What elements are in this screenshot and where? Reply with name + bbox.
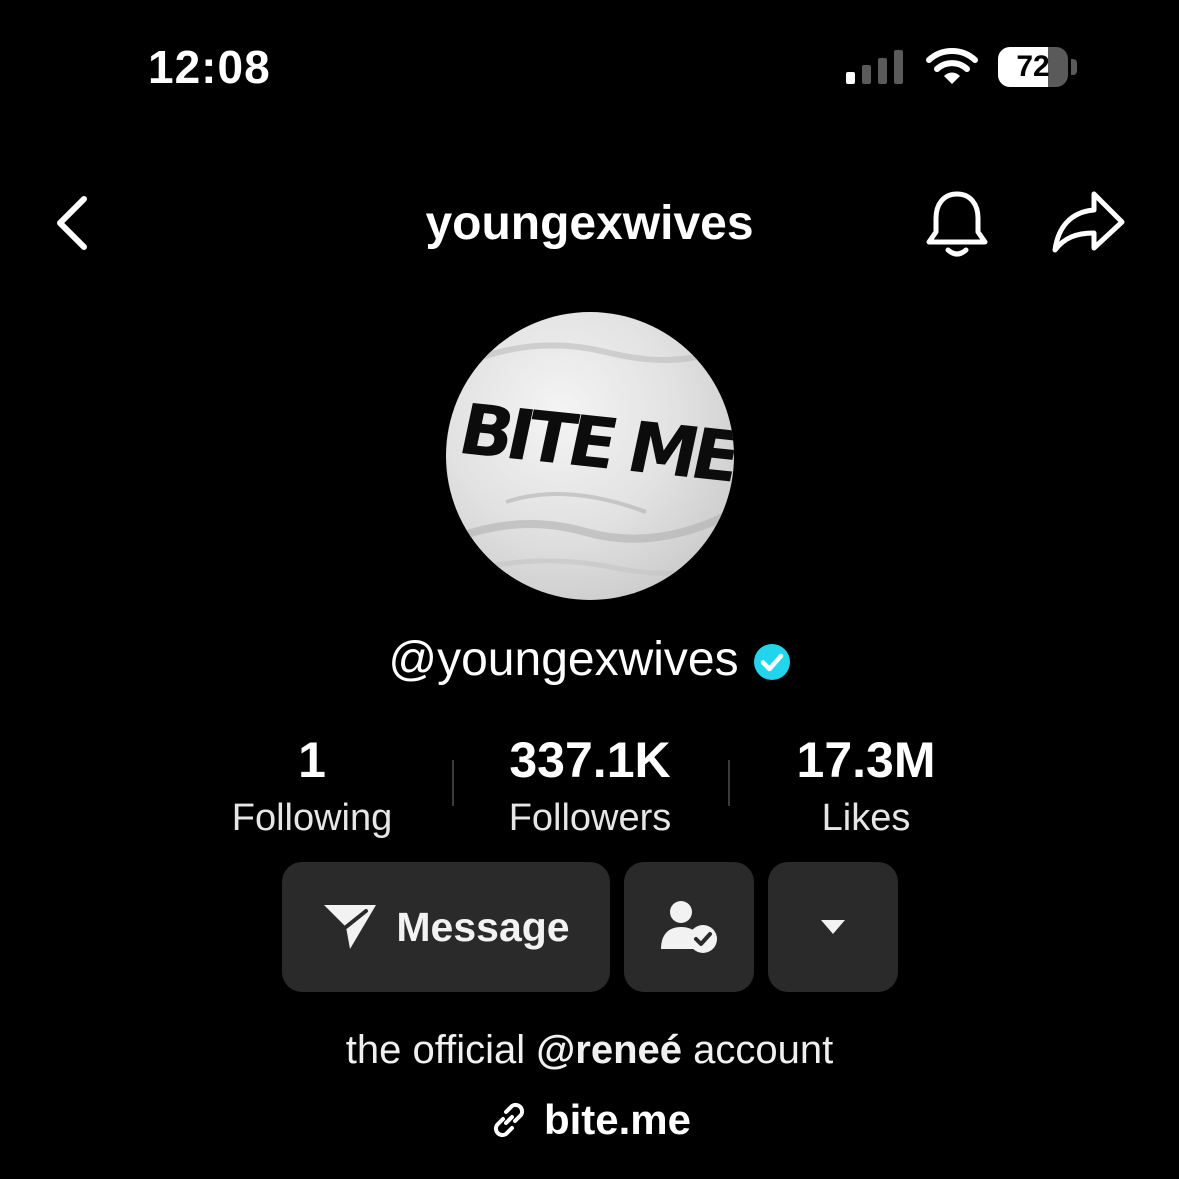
stat-divider [452,760,454,806]
bio-prefix: the official [345,1028,537,1072]
stat-label: Followers [508,797,672,839]
stat-label: Likes [821,797,911,839]
stat-value: 337.1K [509,732,671,788]
verified-badge-icon [753,643,790,680]
share-arrow-icon[interactable] [1050,190,1126,254]
wifi-icon [926,48,978,84]
username-handle: @youngexwives [388,633,739,686]
bio-text: the official @reneé account [0,1028,1179,1073]
message-button-label: Message [396,903,570,950]
stat-value: 1 [298,732,326,788]
stat-value: 17.3M [796,732,936,788]
handle-row: @youngexwives [0,632,1179,687]
avatar[interactable]: BITE ME [446,312,734,600]
stat-likes[interactable]: 17.3M Likes [764,730,968,846]
more-dropdown-button[interactable] [768,862,898,992]
status-time: 12:08 [148,41,271,93]
battery-icon: 72 [998,47,1068,87]
bio-suffix: account [682,1028,834,1072]
link-icon [493,1102,525,1138]
following-status-button[interactable] [624,862,754,992]
profile-link[interactable]: bite.me [0,1096,1179,1144]
battery-cap [1071,59,1077,75]
signal-icon [846,50,903,84]
stat-label: Following [231,797,393,839]
battery-level: 72 [1016,50,1050,83]
stat-following[interactable]: 1 Following [212,730,412,846]
bio-mention-link[interactable]: @reneé [536,1028,682,1072]
stat-divider [728,760,730,806]
bell-icon[interactable] [924,188,990,260]
dropdown-caret-icon [821,920,845,934]
page-title: youngexwives [425,197,754,250]
message-button[interactable]: Message [282,862,610,992]
profile-link-text[interactable]: bite.me [544,1096,691,1144]
friends-check-icon [661,901,717,953]
stat-followers[interactable]: 337.1K Followers [480,730,700,846]
send-icon [324,905,377,949]
